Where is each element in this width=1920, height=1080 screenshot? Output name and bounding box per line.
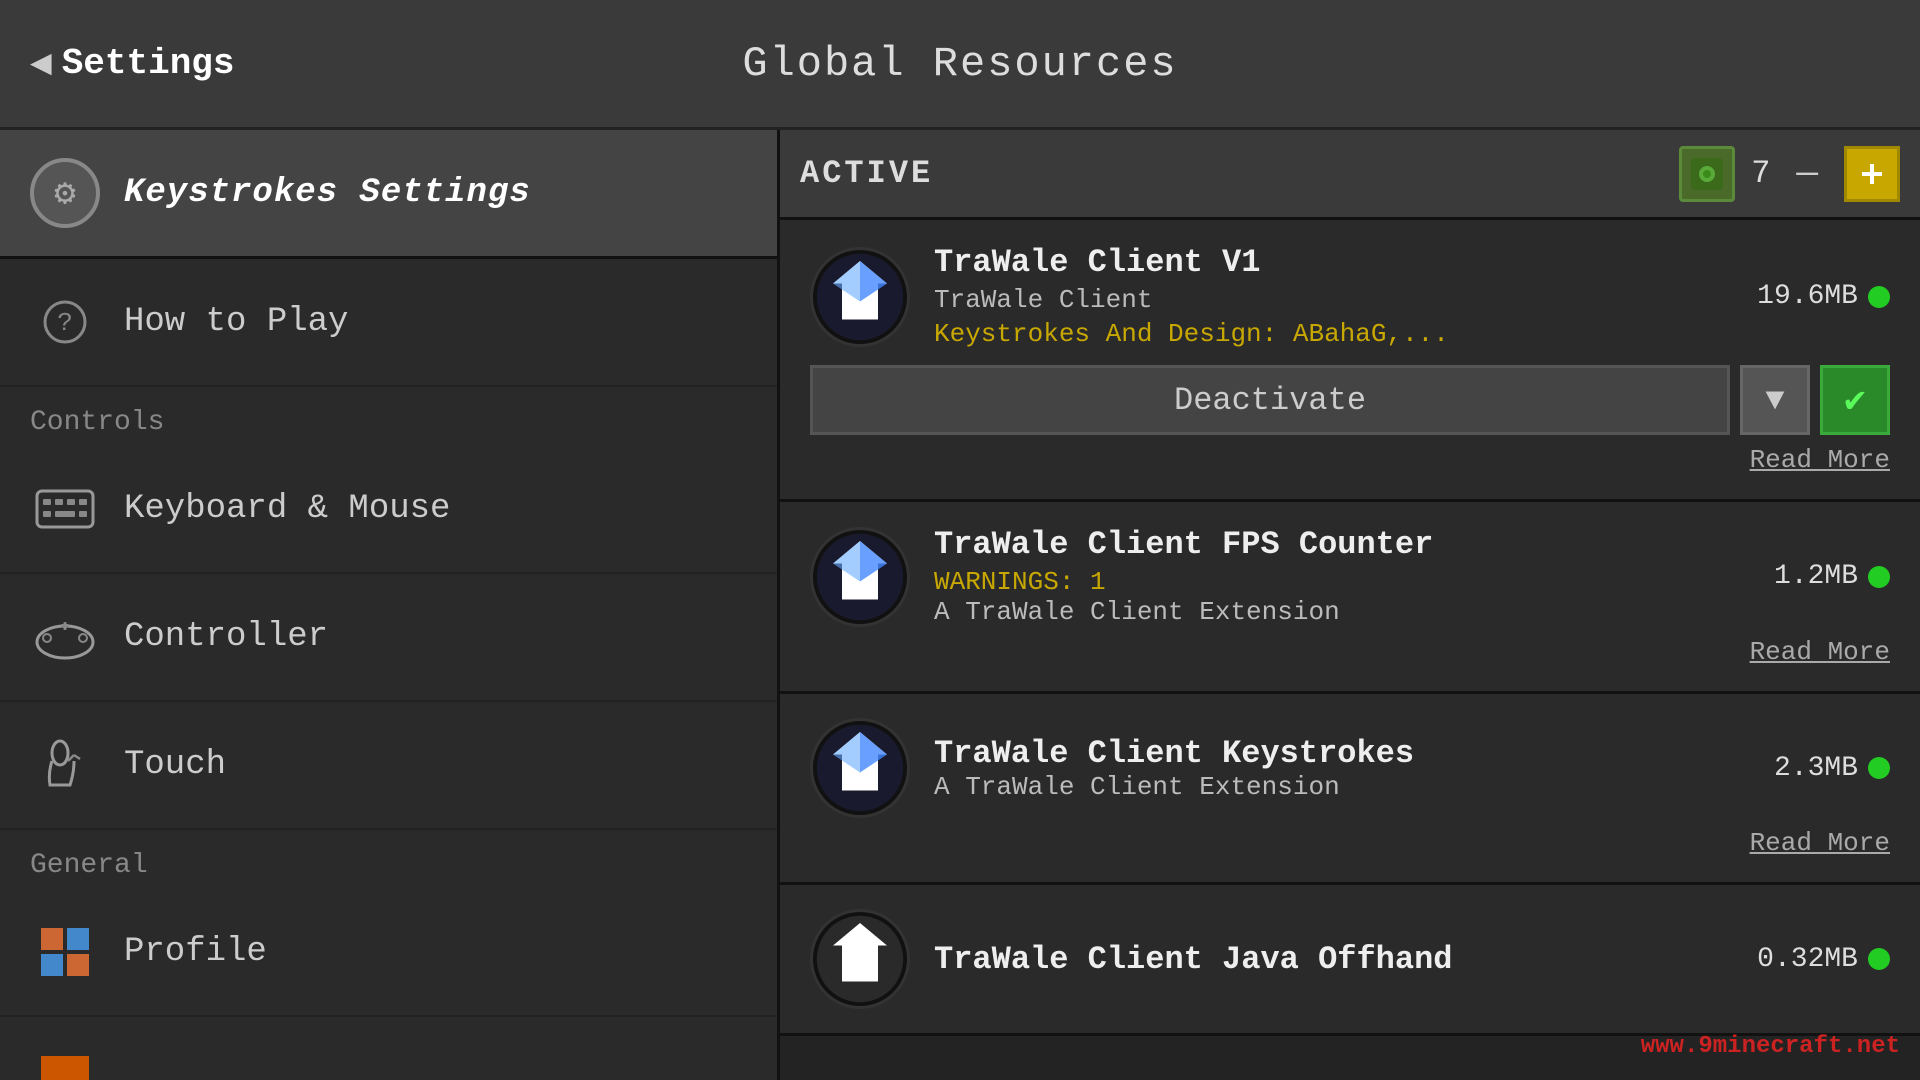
resource-item-trawale-fps: TraWale Client FPS Counter WARNINGS: 1 A… xyxy=(780,502,1920,694)
back-arrow-icon: ◀ xyxy=(30,42,52,85)
controller-icon xyxy=(30,602,100,672)
resource-name-trawale-keystrokes: TraWale Client Keystrokes xyxy=(934,735,1750,772)
touch-label: Touch xyxy=(124,746,226,784)
general-section-label: General xyxy=(0,830,777,889)
arrow-down-icon: ▼ xyxy=(1765,382,1784,419)
deactivate-button[interactable]: Deactivate xyxy=(810,365,1730,435)
touch-icon xyxy=(30,730,100,800)
sidebar-item-profile[interactable]: Profile xyxy=(0,889,777,1017)
resource-desc-trawale-fps: A TraWale Client Extension xyxy=(934,597,1750,627)
page-title: Global Resources xyxy=(742,40,1177,88)
resource-name-trawale-offhand: TraWale Client Java Offhand xyxy=(934,941,1733,978)
resource-info-trawale-offhand: TraWale Client Java Offhand xyxy=(934,941,1733,978)
confirm-button[interactable]: ✔ xyxy=(1820,365,1890,435)
resource-size-trawale-fps: 1.2MB xyxy=(1774,561,1858,592)
controller-label: Controller xyxy=(124,618,328,656)
resource-info-trawale-v1: TraWale Client V1 TraWale Client Keystro… xyxy=(934,244,1733,349)
resource-info-trawale-keystrokes: TraWale Client Keystrokes A TraWale Clie… xyxy=(934,735,1750,802)
resource-size-area-trawale-offhand: 0.32MB xyxy=(1757,944,1890,975)
gear-icon: ⚙ xyxy=(30,158,100,228)
resource-size-area-trawale-v1: 19.6MB xyxy=(1757,281,1890,312)
resource-logo-trawale-keystrokes xyxy=(810,718,910,818)
resource-header-trawale-keystrokes: TraWale Client Keystrokes A TraWale Clie… xyxy=(810,718,1890,818)
resource-logo-trawale-v1 xyxy=(810,247,910,347)
resource-size-area-trawale-fps: 1.2MB xyxy=(1774,561,1890,592)
resource-info-trawale-fps: TraWale Client FPS Counter WARNINGS: 1 A… xyxy=(934,526,1750,627)
active-dot-trawale-v1 xyxy=(1868,286,1890,308)
sidebar-item-how-to-play[interactable]: ? How to Play xyxy=(0,259,777,387)
deactivate-label: Deactivate xyxy=(1174,382,1366,419)
active-dot-trawale-fps xyxy=(1868,566,1890,588)
keyboard-mouse-label: Keyboard & Mouse xyxy=(124,490,450,528)
resource-size-trawale-offhand: 0.32MB xyxy=(1757,944,1858,975)
back-label: Settings xyxy=(62,43,235,84)
sidebar-item-touch[interactable]: Touch xyxy=(0,702,777,830)
resource-item-trawale-keystrokes: TraWale Client Keystrokes A TraWale Clie… xyxy=(780,694,1920,885)
read-more-button-trawale-fps[interactable]: Read More xyxy=(1750,637,1890,667)
resource-logo-trawale-fps xyxy=(810,527,910,627)
resource-size-trawale-keystrokes: 2.3MB xyxy=(1774,753,1858,784)
sidebar-item-keyboard-mouse[interactable]: Keyboard & Mouse xyxy=(0,446,777,574)
read-more-row-trawale-fps: Read More xyxy=(810,637,1890,667)
controls-section-label: Controls xyxy=(0,387,777,446)
resource-desc-trawale-keystrokes: A TraWale Client Extension xyxy=(934,772,1750,802)
active-bar: ACTIVE 7 — xyxy=(780,130,1920,220)
header: ◀ Settings Global Resources xyxy=(0,0,1920,130)
svg-text:?: ? xyxy=(57,308,73,338)
active-count: 7 xyxy=(1751,155,1770,192)
resource-item-trawale-v1: TraWale Client V1 TraWale Client Keystro… xyxy=(780,220,1920,502)
question-icon: ? xyxy=(30,287,100,357)
sidebar-item-controller[interactable]: Controller xyxy=(0,574,777,702)
main-layout: ⚙ Keystrokes Settings ? How to Play Cont… xyxy=(0,130,1920,1080)
read-more-row-trawale-keystrokes: Read More xyxy=(810,828,1890,858)
active-minus: — xyxy=(1786,153,1828,194)
move-down-button[interactable]: ▼ xyxy=(1740,365,1810,435)
resource-header-trawale-fps: TraWale Client FPS Counter WARNINGS: 1 A… xyxy=(810,526,1890,627)
read-more-button-trawale-v1[interactable]: Read More xyxy=(1750,445,1890,475)
resource-name-trawale-v1: TraWale Client V1 xyxy=(934,244,1733,281)
resource-size-trawale-v1: 19.6MB xyxy=(1757,281,1858,312)
resource-logo-trawale-offhand xyxy=(810,909,910,1009)
sidebar: ⚙ Keystrokes Settings ? How to Play Cont… xyxy=(0,130,780,1080)
resource-name-trawale-fps: TraWale Client FPS Counter xyxy=(934,526,1750,563)
active-yellow-button[interactable] xyxy=(1844,146,1900,202)
active-label: ACTIVE xyxy=(800,155,1663,192)
read-more-button-trawale-keystrokes[interactable]: Read More xyxy=(1750,828,1890,858)
resource-warning-trawale-fps: WARNINGS: 1 xyxy=(934,567,1750,597)
extra-icon xyxy=(30,1045,100,1080)
sidebar-header-label: Keystrokes Settings xyxy=(124,174,531,212)
resource-size-area-trawale-keystrokes: 2.3MB xyxy=(1774,753,1890,784)
active-dot-trawale-keystrokes xyxy=(1868,757,1890,779)
profile-icon xyxy=(30,917,100,987)
resource-header-trawale-offhand: TraWale Client Java Offhand 0.32MB xyxy=(810,909,1890,1009)
how-to-play-label: How to Play xyxy=(124,303,348,341)
sidebar-item-keystrokes-settings[interactable]: ⚙ Keystrokes Settings xyxy=(0,130,777,259)
deactivate-row: Deactivate ▼ ✔ xyxy=(810,365,1890,435)
keyboard-icon xyxy=(30,474,100,544)
profile-label: Profile xyxy=(124,933,267,971)
resource-author-trawale-v1: TraWale Client xyxy=(934,285,1733,315)
sidebar-item-extra[interactable] xyxy=(0,1017,777,1080)
watermark: www.9minecraft.net xyxy=(1641,1033,1900,1060)
back-button[interactable]: ◀ Settings xyxy=(30,42,235,85)
active-pack-icon xyxy=(1679,146,1735,202)
resource-item-trawale-offhand: TraWale Client Java Offhand 0.32MB xyxy=(780,885,1920,1036)
resource-keywords-trawale-v1: Keystrokes And Design: ABahaG,... xyxy=(934,319,1733,349)
read-more-row-trawale-v1: Read More xyxy=(810,445,1890,475)
resource-header-trawale-v1: TraWale Client V1 TraWale Client Keystro… xyxy=(810,244,1890,349)
check-icon: ✔ xyxy=(1844,379,1866,422)
active-dot-trawale-offhand xyxy=(1868,948,1890,970)
right-panel: ACTIVE 7 — xyxy=(780,130,1920,1080)
